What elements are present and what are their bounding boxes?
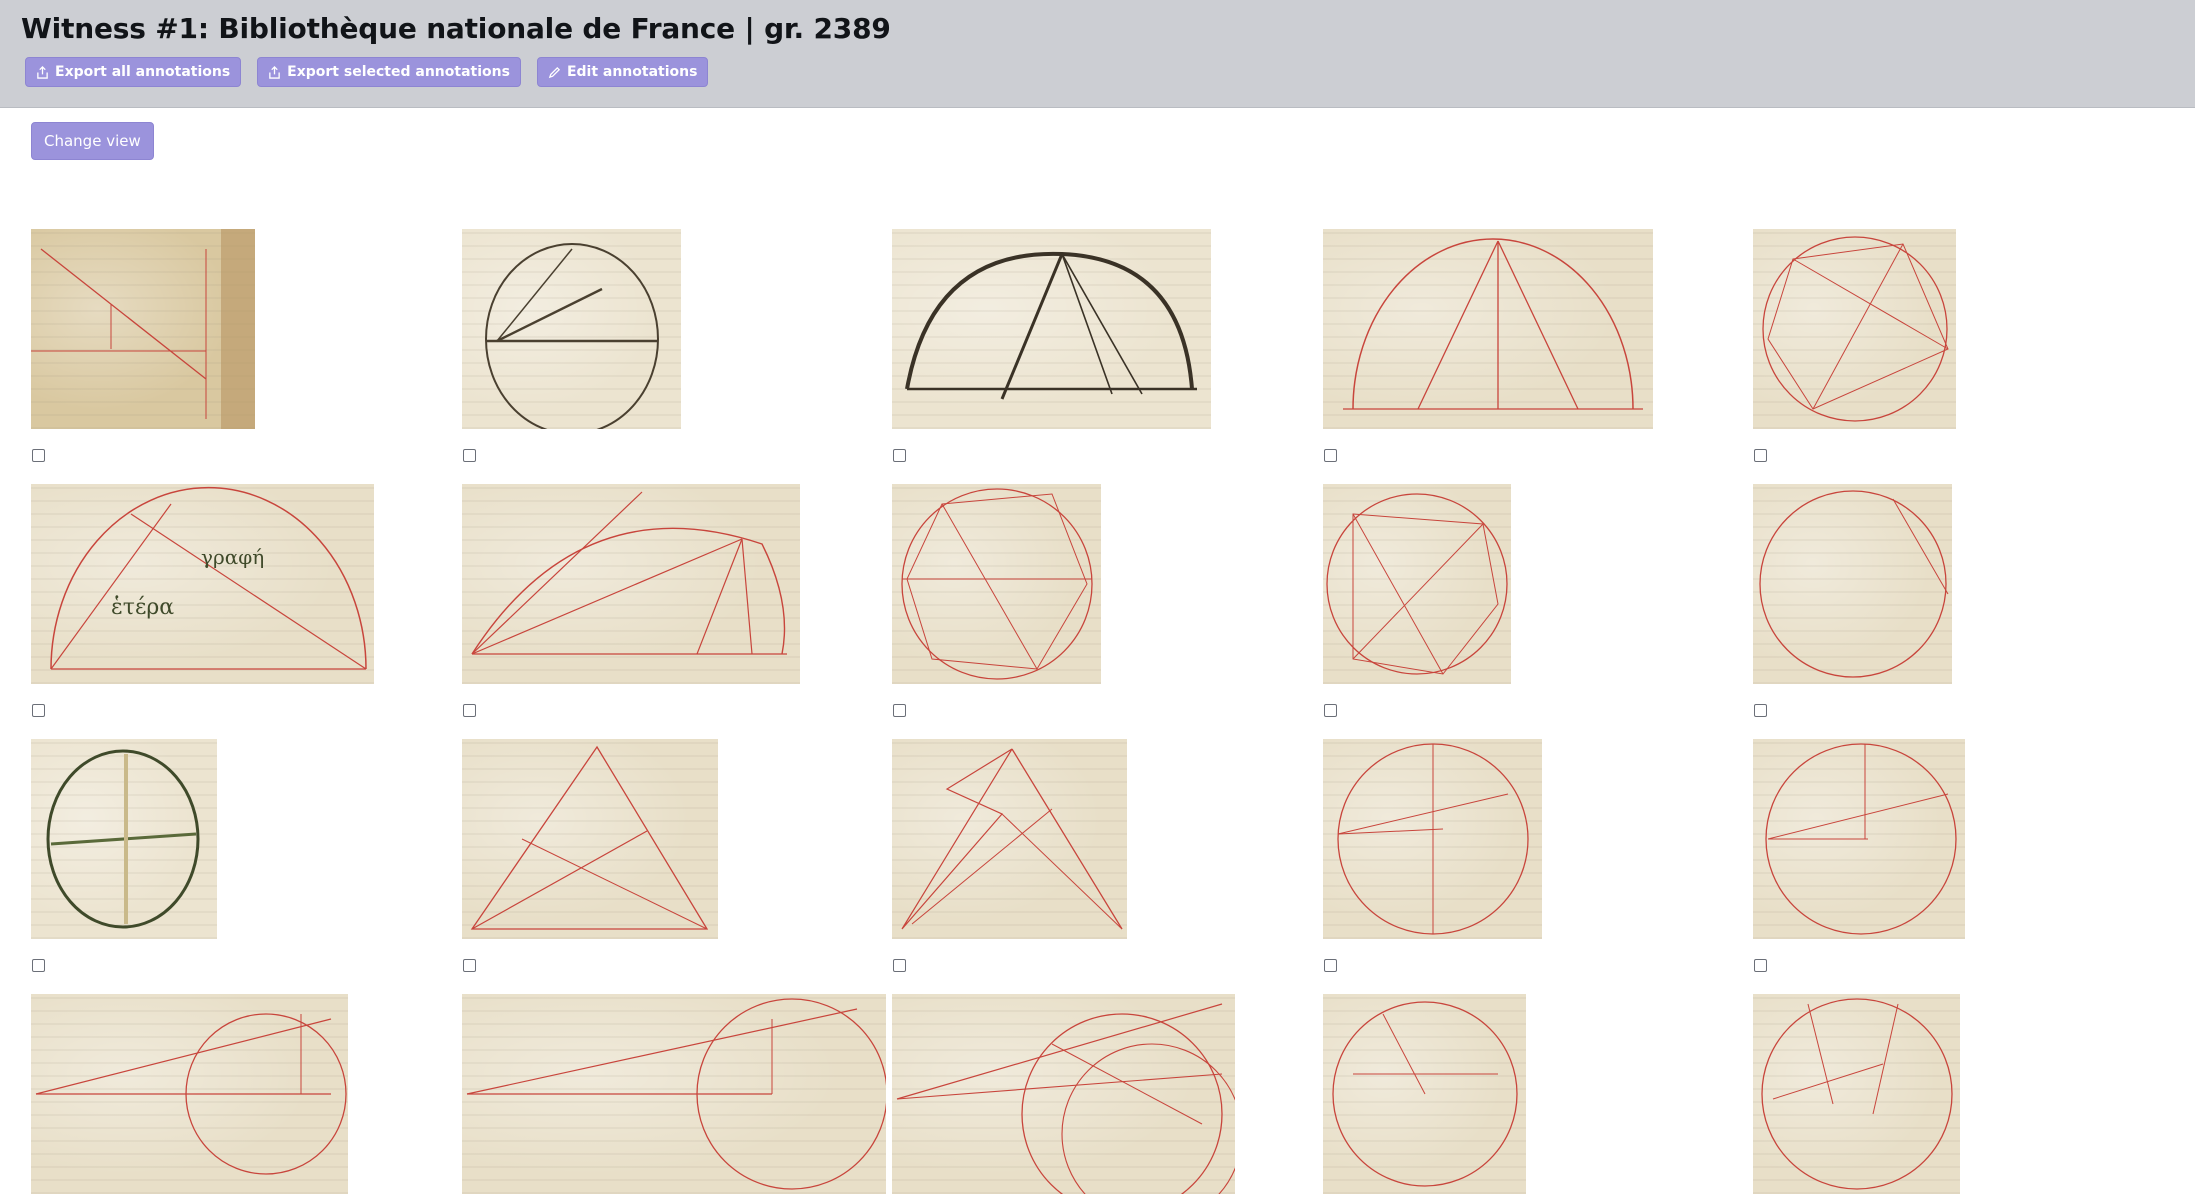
diagram-thumbnail[interactable]: [1753, 229, 1956, 429]
select-checkbox[interactable]: [32, 449, 45, 462]
svg-text:ἑτέρα: ἑτέρα: [111, 595, 174, 620]
diagram-thumbnail[interactable]: [1323, 229, 1653, 429]
diagram-thumbnail[interactable]: [892, 994, 1235, 1194]
select-checkbox[interactable]: [32, 704, 45, 717]
diagram-thumbnail[interactable]: [1323, 484, 1511, 684]
diagram-thumbnail[interactable]: [31, 739, 217, 939]
diagram-thumbnail[interactable]: ἑτέρα γραφή: [31, 484, 374, 684]
diagram-gallery: ἑτέρα γραφή: [0, 0, 2195, 1194]
diagram-thumbnail[interactable]: [1753, 994, 1960, 1194]
diagram-thumbnail[interactable]: [462, 994, 886, 1194]
diagram-thumbnail[interactable]: [1323, 994, 1526, 1194]
diagram-thumbnail[interactable]: [892, 229, 1211, 429]
select-checkbox[interactable]: [463, 704, 476, 717]
select-checkbox[interactable]: [1754, 959, 1767, 972]
select-checkbox[interactable]: [1324, 959, 1337, 972]
diagram-thumbnail[interactable]: [1323, 739, 1542, 939]
diagram-thumbnail[interactable]: [31, 994, 348, 1194]
diagram-thumbnail[interactable]: [462, 739, 718, 939]
diagram-thumbnail[interactable]: [1753, 739, 1965, 939]
select-checkbox[interactable]: [893, 959, 906, 972]
diagram-thumbnail[interactable]: [462, 484, 800, 684]
select-checkbox[interactable]: [1324, 449, 1337, 462]
select-checkbox[interactable]: [463, 959, 476, 972]
select-checkbox[interactable]: [463, 449, 476, 462]
select-checkbox[interactable]: [32, 959, 45, 972]
diagram-thumbnail[interactable]: [1753, 484, 1952, 684]
svg-text:γραφή: γραφή: [201, 545, 264, 569]
select-checkbox[interactable]: [1324, 704, 1337, 717]
diagram-thumbnail[interactable]: [892, 484, 1101, 684]
select-checkbox[interactable]: [1754, 449, 1767, 462]
select-checkbox[interactable]: [1754, 704, 1767, 717]
diagram-thumbnail[interactable]: [892, 739, 1127, 939]
select-checkbox[interactable]: [893, 704, 906, 717]
diagram-thumbnail[interactable]: [31, 229, 255, 429]
select-checkbox[interactable]: [893, 449, 906, 462]
diagram-thumbnail[interactable]: [462, 229, 681, 429]
